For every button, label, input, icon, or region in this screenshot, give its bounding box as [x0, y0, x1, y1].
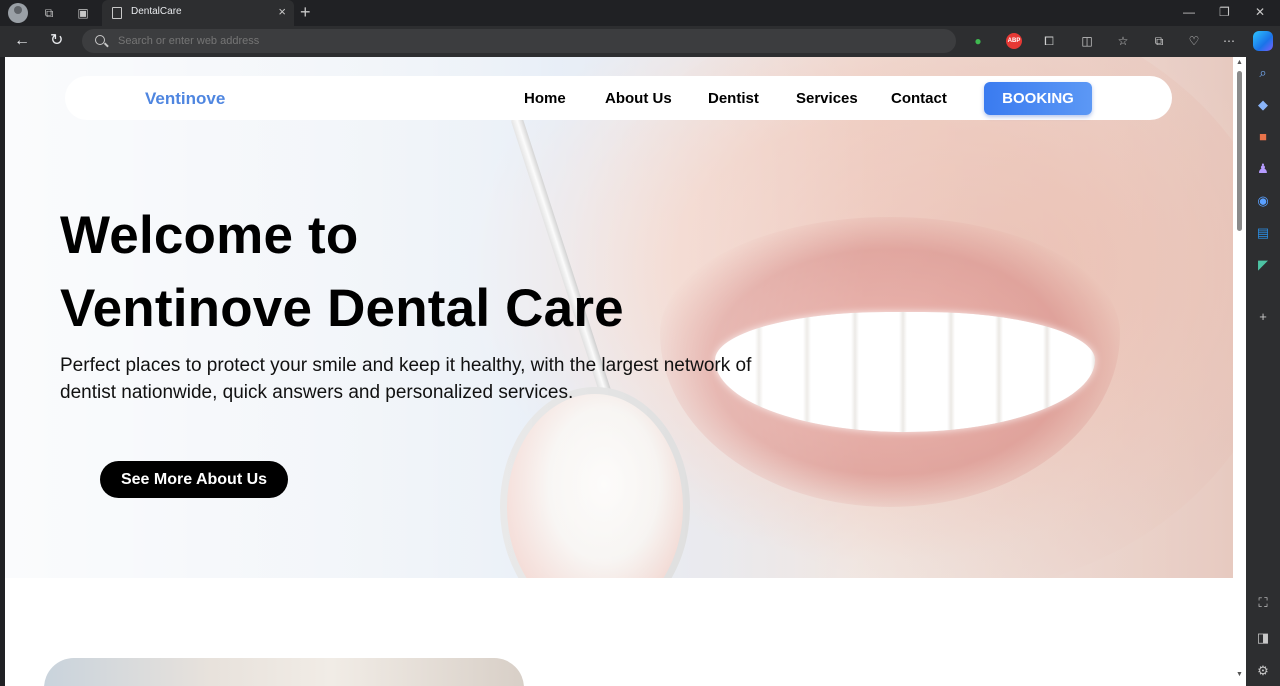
profile-avatar[interactable]: [8, 3, 28, 23]
see-more-button[interactable]: See More About Us: [100, 461, 288, 498]
screenshot-icon[interactable]: ⛶: [1255, 595, 1271, 611]
favorites-icon[interactable]: ☆: [1115, 33, 1131, 49]
address-input[interactable]: [118, 33, 918, 49]
games-icon[interactable]: ♟: [1255, 161, 1271, 177]
browser-tab[interactable]: DentalCare ×: [102, 0, 294, 26]
booking-button[interactable]: BOOKING: [984, 82, 1092, 115]
scrollbar-thumb[interactable]: [1237, 71, 1242, 231]
tab-title: DentalCare: [131, 6, 182, 17]
extension-globe-icon[interactable]: ●: [970, 33, 986, 49]
sidebar-search-icon[interactable]: ⌕: [1255, 65, 1271, 81]
adblock-plus-icon[interactable]: ABP: [1006, 33, 1022, 49]
hero-description: Perfect places to protect your smile and…: [60, 355, 752, 403]
hide-sidebar-icon[interactable]: ◨: [1255, 630, 1271, 646]
microsoft-365-icon[interactable]: ◉: [1255, 193, 1271, 209]
minimize-icon[interactable]: —: [1183, 5, 1195, 19]
tools-briefcase-icon[interactable]: ■: [1255, 129, 1271, 145]
maximize-icon[interactable]: ❐: [1219, 5, 1230, 19]
sidebar-settings-gear-icon[interactable]: ⚙: [1255, 663, 1271, 679]
refresh-icon[interactable]: ↻: [50, 32, 63, 50]
browser-toolbar: ← ↻ ● ABP ⧠ ◫ ☆ ⧉ ♡ ⋯: [0, 26, 1280, 57]
outlook-icon[interactable]: ▤: [1255, 225, 1271, 241]
nav-link-dentist[interactable]: Dentist: [708, 90, 759, 107]
split-screen-icon[interactable]: ◫: [1079, 33, 1095, 49]
brand-logo[interactable]: Ventinove: [145, 89, 225, 109]
extensions-icon[interactable]: ⧠: [1041, 33, 1057, 49]
hero-section: Ventinove Home About Us Dentist Services…: [5, 57, 1233, 578]
about-section-image: [44, 658, 524, 686]
scroll-up-icon[interactable]: ▲: [1236, 59, 1243, 66]
edge-sidebar: ⌕ ◆ ■ ♟ ◉ ▤ ◤ + ⛶ ◨ ⚙: [1246, 57, 1280, 686]
nav-link-about[interactable]: About Us: [605, 90, 672, 107]
shopping-tag-icon[interactable]: ◆: [1255, 97, 1271, 113]
browser-tab-bar: ⧉ ▣ DentalCare × + — ❐ ✕: [0, 0, 1280, 26]
more-options-icon[interactable]: ⋯: [1221, 33, 1237, 49]
nav-link-services[interactable]: Services: [796, 90, 858, 107]
vertical-tabs-icon[interactable]: ▣: [74, 4, 92, 22]
browser-essentials-icon[interactable]: ♡: [1186, 33, 1202, 49]
page-viewport: Ventinove Home About Us Dentist Services…: [5, 57, 1233, 686]
copilot-icon[interactable]: [1253, 31, 1273, 51]
page-scrollbar[interactable]: ▲ ▼: [1233, 57, 1246, 686]
workspaces-icon[interactable]: ⧉: [40, 4, 58, 22]
scroll-down-icon[interactable]: ▼: [1236, 671, 1243, 678]
site-navbar: Ventinove Home About Us Dentist Services…: [65, 76, 1172, 120]
window-close-icon[interactable]: ✕: [1255, 5, 1265, 19]
nav-link-home[interactable]: Home: [524, 90, 566, 107]
hero-title-line2: Ventinove Dental Care: [60, 279, 624, 338]
nav-link-contact[interactable]: Contact: [891, 90, 947, 107]
tab-close-icon[interactable]: ×: [278, 5, 286, 19]
drop-icon[interactable]: ◤: [1255, 257, 1271, 273]
hero-title-line1: Welcome to: [60, 206, 359, 265]
collections-icon[interactable]: ⧉: [1151, 33, 1167, 49]
new-tab-button[interactable]: +: [300, 3, 311, 21]
page-icon: [112, 7, 122, 19]
search-icon: [95, 35, 105, 45]
back-arrow-icon[interactable]: ←: [14, 32, 30, 50]
add-sidebar-app-icon[interactable]: +: [1255, 309, 1271, 325]
address-bar[interactable]: [82, 29, 956, 53]
